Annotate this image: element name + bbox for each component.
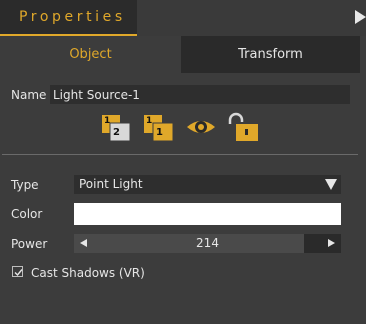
cast-shadows-label: Cast Shadows (VR) bbox=[31, 266, 145, 280]
unlock-icon[interactable] bbox=[226, 112, 260, 142]
tab-transform[interactable]: Transform bbox=[181, 36, 360, 73]
svg-text:2: 2 bbox=[113, 127, 120, 138]
name-input[interactable] bbox=[50, 85, 350, 104]
color-swatch[interactable] bbox=[74, 203, 341, 225]
power-slider[interactable]: 214 bbox=[74, 234, 341, 253]
chevron-down-icon bbox=[325, 179, 337, 190]
layer-one-icon[interactable]: 1 1 bbox=[141, 112, 175, 142]
collapse-arrow-icon[interactable] bbox=[355, 10, 366, 24]
checkmark-icon bbox=[14, 269, 23, 277]
visibility-eye-icon[interactable] bbox=[185, 112, 219, 142]
svg-text:1: 1 bbox=[104, 116, 110, 126]
light-type-select[interactable]: Point Light bbox=[74, 175, 341, 194]
panel-title: Properties bbox=[19, 9, 126, 25]
copy-to-layer-icon[interactable]: 1 2 bbox=[98, 112, 132, 142]
power-label: Power bbox=[11, 237, 48, 251]
panel-header: Properties bbox=[0, 0, 366, 36]
section-divider bbox=[2, 154, 358, 155]
increment-arrow-icon[interactable] bbox=[328, 239, 335, 247]
name-label: Name bbox=[11, 88, 47, 102]
type-label: Type bbox=[11, 178, 39, 192]
light-type-value: Point Light bbox=[79, 177, 143, 191]
svg-text:1: 1 bbox=[156, 127, 163, 138]
svg-text:1: 1 bbox=[146, 116, 152, 126]
power-value: 214 bbox=[196, 236, 219, 250]
cast-shadows-checkbox[interactable] bbox=[12, 266, 23, 277]
color-label: Color bbox=[11, 207, 43, 221]
properties-panel-tab[interactable]: Properties bbox=[0, 0, 137, 36]
tab-bar: Object Transform bbox=[0, 36, 360, 73]
tab-object[interactable]: Object bbox=[0, 36, 181, 73]
